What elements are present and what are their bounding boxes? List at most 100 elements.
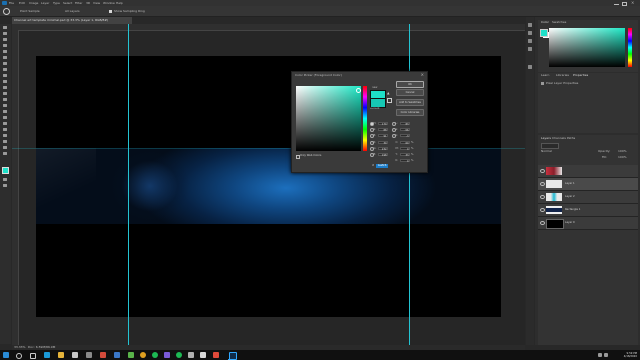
menu-file[interactable]: File bbox=[9, 1, 14, 5]
discord-icon[interactable] bbox=[164, 352, 170, 358]
path-select-icon[interactable] bbox=[2, 128, 8, 132]
tab-paths[interactable]: Paths bbox=[567, 137, 575, 140]
minimize-icon[interactable] bbox=[614, 1, 619, 5]
start-icon[interactable] bbox=[3, 352, 9, 358]
color-libraries-button[interactable]: Color Libraries bbox=[396, 109, 424, 116]
gradient-tool-icon[interactable] bbox=[2, 98, 8, 102]
history-panel-icon[interactable] bbox=[528, 23, 532, 27]
menu-select[interactable]: Select bbox=[63, 1, 72, 5]
eraser-tool-icon[interactable] bbox=[2, 92, 8, 96]
eye-icon[interactable] bbox=[540, 169, 545, 173]
app-icon[interactable] bbox=[114, 352, 120, 358]
tab-channels[interactable]: Channels bbox=[552, 137, 566, 140]
shape-tool-icon[interactable] bbox=[2, 134, 8, 138]
field-y[interactable]: 33 bbox=[400, 152, 410, 157]
crop-tool-icon[interactable] bbox=[2, 50, 8, 54]
layer-row[interactable]: Layer 2 bbox=[538, 191, 638, 204]
layer-row[interactable] bbox=[538, 165, 638, 178]
field-k[interactable]: 0 bbox=[400, 158, 410, 163]
field-l[interactable]: 83 bbox=[400, 121, 410, 126]
panel-foreground-swatch[interactable] bbox=[540, 29, 548, 37]
paragraph-panel-icon[interactable] bbox=[528, 65, 532, 69]
field-s[interactable]: 88 bbox=[378, 127, 388, 132]
store-icon[interactable] bbox=[72, 352, 78, 358]
hand-tool-icon[interactable] bbox=[2, 140, 8, 144]
screen-mode-icon[interactable] bbox=[2, 184, 8, 188]
tab-libraries[interactable]: Libraries bbox=[556, 74, 569, 77]
layer-row[interactable]: Rectangle 1 bbox=[538, 204, 638, 217]
type-tool-icon[interactable] bbox=[2, 122, 8, 126]
field-lab-b[interactable]: -3 bbox=[400, 133, 410, 138]
app-icon[interactable] bbox=[200, 352, 206, 358]
menu-layer[interactable]: Layer bbox=[41, 1, 49, 5]
field-r[interactable]: 30 bbox=[378, 140, 388, 145]
frame-tool-icon[interactable] bbox=[2, 56, 8, 60]
eye-icon[interactable] bbox=[540, 195, 545, 199]
menu-help[interactable]: Help bbox=[116, 1, 123, 5]
chrome-icon[interactable] bbox=[140, 352, 146, 358]
tab-properties[interactable]: Properties bbox=[573, 74, 588, 77]
pen-tool-icon[interactable] bbox=[2, 116, 8, 120]
guide-vertical-left[interactable] bbox=[128, 24, 129, 345]
ok-button[interactable]: OK bbox=[396, 81, 424, 88]
dodge-tool-icon[interactable] bbox=[2, 110, 8, 114]
healing-brush-icon[interactable] bbox=[2, 68, 8, 72]
hue-slider[interactable] bbox=[363, 86, 367, 151]
app-icon[interactable] bbox=[188, 352, 194, 358]
tab-swatches[interactable]: Swatches bbox=[552, 21, 566, 24]
tab-layers[interactable]: Layers bbox=[541, 137, 551, 140]
marquee-tool-icon[interactable] bbox=[2, 32, 8, 36]
color-field[interactable] bbox=[296, 86, 361, 151]
eyedropper-icon[interactable] bbox=[3, 8, 10, 15]
field-c[interactable]: 60 bbox=[400, 140, 410, 145]
system-clock[interactable]: 9:59 PM 4/18/2020 bbox=[624, 352, 637, 358]
gamut-warning-icon[interactable] bbox=[387, 92, 390, 95]
zoom-level[interactable]: 33.33% bbox=[14, 346, 25, 349]
adjustments-panel-icon[interactable] bbox=[528, 31, 532, 35]
app-icon[interactable] bbox=[213, 352, 219, 358]
eyedropper-tool-icon[interactable] bbox=[2, 62, 8, 66]
menu-3d[interactable]: 3D bbox=[86, 1, 90, 5]
document-tab[interactable]: Channel art template minimal.psd @ 33.3%… bbox=[12, 17, 132, 24]
move-tool-icon[interactable] bbox=[2, 26, 8, 30]
eye-icon[interactable] bbox=[540, 221, 545, 225]
layer-row[interactable]: Layer 1 bbox=[538, 178, 638, 191]
cancel-button[interactable]: Cancel bbox=[396, 89, 424, 96]
field-h[interactable]: 170 bbox=[378, 121, 388, 126]
clone-stamp-icon[interactable] bbox=[2, 80, 8, 84]
zoom-tool-icon[interactable] bbox=[2, 146, 8, 150]
menu-window[interactable]: Window bbox=[103, 1, 115, 5]
brush-tool-icon[interactable] bbox=[2, 74, 8, 78]
tab-learn[interactable]: Learn bbox=[541, 74, 549, 77]
menu-filter[interactable]: Filter bbox=[75, 1, 82, 5]
sample-size-select[interactable]: Point Sample bbox=[20, 10, 40, 13]
more-tools-icon[interactable] bbox=[2, 152, 8, 156]
app-icon[interactable] bbox=[100, 352, 106, 358]
eye-icon[interactable] bbox=[540, 182, 545, 186]
edge-icon[interactable] bbox=[44, 352, 50, 358]
color-panel-hue[interactable] bbox=[628, 28, 632, 67]
blend-mode-select[interactable]: Normal bbox=[541, 150, 552, 153]
foreground-color-swatch[interactable] bbox=[2, 167, 9, 174]
sample-select[interactable]: All Layers bbox=[65, 10, 80, 13]
mail-icon[interactable] bbox=[86, 352, 92, 358]
lasso-tool-icon[interactable] bbox=[2, 38, 8, 42]
color-field-cursor[interactable] bbox=[356, 88, 361, 93]
eye-icon[interactable] bbox=[540, 208, 545, 212]
close-window-icon[interactable]: × bbox=[631, 1, 636, 5]
network-icon[interactable] bbox=[598, 353, 602, 357]
brush-panel-icon[interactable] bbox=[528, 39, 532, 43]
quick-select-tool-icon[interactable] bbox=[2, 44, 8, 48]
web-safe-icon[interactable] bbox=[387, 98, 392, 103]
field-g[interactable]: 232 bbox=[378, 146, 388, 151]
opacity-value[interactable]: 100% bbox=[618, 150, 627, 153]
menu-edit[interactable]: Edit bbox=[19, 1, 25, 5]
field-blue[interactable]: 198 bbox=[378, 152, 388, 157]
add-to-swatches-button[interactable]: Add to Swatches bbox=[396, 99, 424, 106]
app-icon[interactable] bbox=[128, 352, 134, 358]
fill-value[interactable]: 100% bbox=[618, 156, 627, 159]
guide-horizontal[interactable] bbox=[12, 148, 525, 149]
sampling-ring-checkbox[interactable] bbox=[109, 9, 112, 13]
close-icon[interactable]: × bbox=[421, 73, 424, 77]
field-a[interactable]: -56 bbox=[400, 127, 410, 132]
